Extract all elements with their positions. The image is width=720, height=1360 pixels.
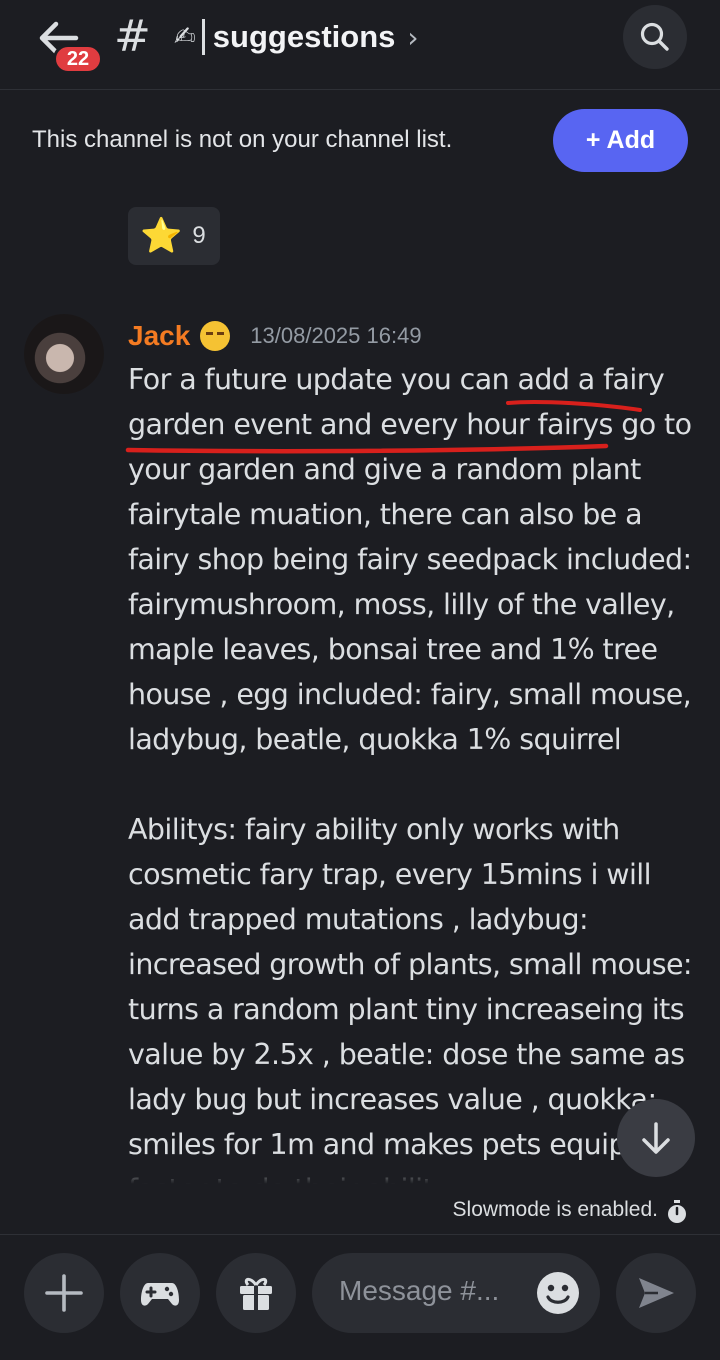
message-paragraph: For a future update you can add a fairy …: [128, 363, 692, 756]
jump-to-bottom-button[interactable]: [617, 1099, 695, 1177]
gamepad-icon: [141, 1283, 179, 1306]
attach-button[interactable]: [24, 1253, 104, 1333]
unread-badge: 22: [53, 44, 103, 74]
add-channel-button[interactable]: + Add: [553, 109, 688, 172]
slowmode-text: Slowmode is enabled.: [452, 1198, 658, 1221]
activities-button[interactable]: [120, 1253, 200, 1333]
emoji-picker-icon[interactable]: [536, 1271, 580, 1315]
channel-not-listed-notice: This channel is not on your channel list…: [32, 126, 453, 153]
message-input[interactable]: Message #...: [312, 1253, 600, 1333]
star-icon: ⭐: [140, 216, 183, 256]
chevron-right-icon: ›: [407, 20, 419, 54]
title-separator: [201, 19, 205, 55]
message-header: Jack 13/08/2025 16:49: [128, 318, 422, 354]
channel-hash-icon: #: [114, 11, 151, 62]
smirk-face-icon: [200, 321, 231, 351]
message-composer: Message #...: [0, 1234, 720, 1360]
slowmode-bar: Slowmode is enabled.: [0, 1194, 720, 1234]
message-placeholder: Message #...: [339, 1275, 500, 1306]
reaction-count: 9: [192, 222, 206, 249]
search-icon: [640, 22, 669, 51]
gift-button[interactable]: [216, 1253, 296, 1333]
author-name[interactable]: Jack: [128, 320, 190, 352]
message-timestamp: 13/08/2025 16:49: [250, 323, 422, 348]
channel-name: suggestions: [212, 19, 396, 54]
message-content: For a future update you can add a fairy …: [128, 357, 698, 1187]
avatar[interactable]: [24, 314, 104, 394]
plus-icon: [45, 1274, 83, 1312]
send-button[interactable]: [616, 1253, 696, 1333]
stopwatch-icon: [668, 1200, 686, 1223]
writing-hand-icon: ✍: [174, 22, 196, 52]
arrow-down-icon: [642, 1122, 670, 1154]
message-paragraph: Abilitys: fairy ability only works with …: [128, 813, 693, 1187]
channel-title[interactable]: ✍ suggestions ›: [174, 14, 419, 60]
search-button[interactable]: [623, 5, 687, 69]
send-icon: [639, 1278, 674, 1308]
gift-icon: [240, 1277, 272, 1310]
message-fade: [0, 1160, 720, 1194]
reaction-star[interactable]: ⭐ 9: [128, 207, 220, 265]
channel-header: 22 # ✍ suggestions ›: [0, 0, 720, 90]
